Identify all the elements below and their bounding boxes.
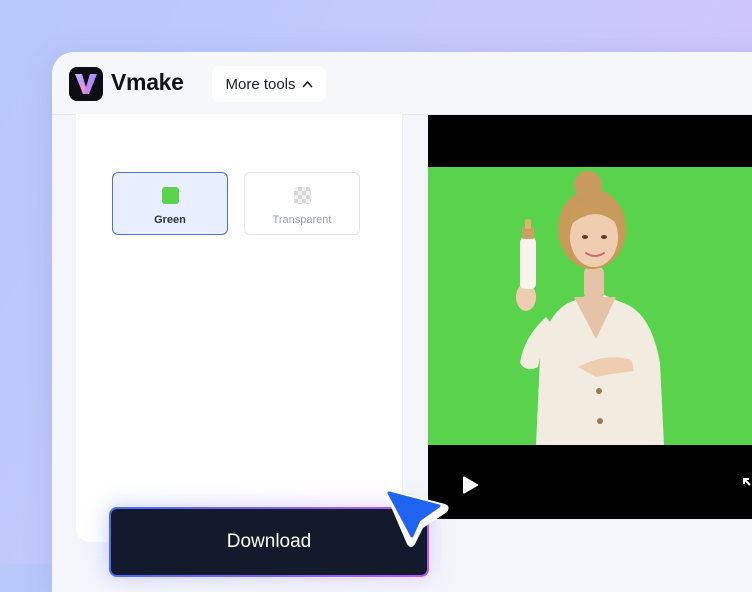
download-label: Download <box>226 531 312 552</box>
settings-panel: Green Transparent Download <box>76 114 432 578</box>
vmake-logo-icon[interactable] <box>69 67 103 101</box>
green-screen-video-frame <box>428 167 752 445</box>
transparent-checker-icon <box>294 187 311 204</box>
video-preview[interactable] <box>428 115 752 519</box>
woman-holding-bottle-image <box>516 171 664 445</box>
more-tools-button[interactable]: More tools <box>212 66 326 102</box>
pointer-cursor-icon <box>383 488 449 547</box>
background-option-green[interactable]: Green <box>112 172 228 235</box>
background-option-label: Green <box>154 214 186 226</box>
top-bar: Vmake More tools <box>52 52 752 115</box>
fullscreen-icon[interactable] <box>740 475 752 497</box>
more-tools-label: More tools <box>225 75 296 93</box>
play-icon[interactable] <box>460 475 480 495</box>
background-option-label: Transparent <box>272 214 332 226</box>
background-option-transparent[interactable]: Transparent <box>244 172 360 235</box>
green-swatch-icon <box>162 187 179 204</box>
app-name: Vmake <box>111 69 184 95</box>
chevron-up-icon <box>302 81 312 88</box>
